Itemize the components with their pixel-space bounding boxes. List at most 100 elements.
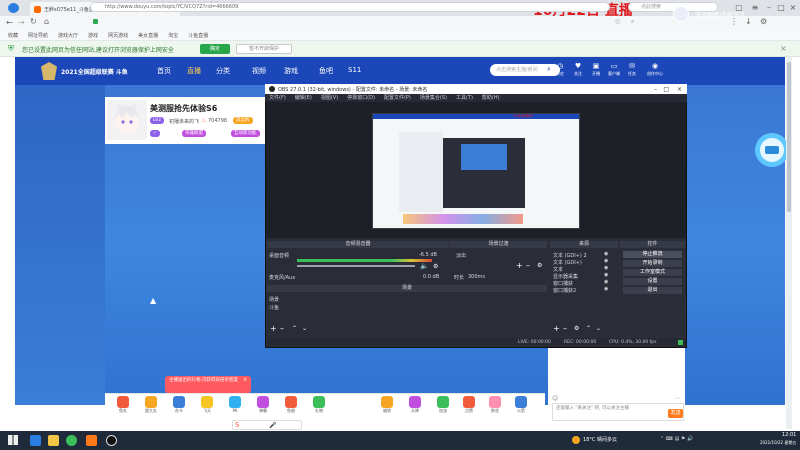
bookmark-item[interactable]: 网页游戏 xyxy=(108,32,128,39)
back-icon[interactable]: ← xyxy=(6,18,13,27)
browser-logo-icon[interactable] xyxy=(8,3,19,13)
remove-scene-button[interactable]: – xyxy=(280,324,284,333)
notification-app-icon[interactable] xyxy=(572,436,580,444)
maximize-button[interactable]: □ xyxy=(776,3,786,13)
clock[interactable]: 12:01 2021/10/22 星期五 xyxy=(760,432,796,447)
scrollbar-thumb[interactable] xyxy=(787,62,791,212)
source-item[interactable]: 文本 (GDI+) 2 xyxy=(553,252,587,259)
mixer-settings-icon[interactable]: ⚙ xyxy=(433,263,438,270)
start-recording-button[interactable]: 开始录制 xyxy=(623,260,682,267)
ie-icon[interactable] xyxy=(30,435,41,446)
obs-menu-item[interactable]: 工具(T) xyxy=(456,94,473,102)
obs-minimize-button[interactable]: – xyxy=(654,86,657,93)
nav-live[interactable]: 直播 xyxy=(187,66,201,76)
studio-mode-button[interactable]: 工作室模式 xyxy=(623,269,682,276)
obs-menu-item[interactable]: 停靠窗口(D) xyxy=(347,94,375,102)
nav-game[interactable]: 游戏 xyxy=(284,66,298,76)
obs-menu-item[interactable]: 编辑(E) xyxy=(295,94,312,102)
scene-down-icon[interactable]: ⌄ xyxy=(302,325,307,332)
obs-menu-item[interactable]: 场景集合(S) xyxy=(420,94,447,102)
transition-duration[interactable]: 300ms xyxy=(468,274,485,280)
source-item[interactable]: 窗口捕获 xyxy=(553,280,573,287)
remove-transition-button[interactable]: – xyxy=(526,261,530,270)
header-task[interactable]: ✉ 任务 xyxy=(625,62,639,77)
volume-icon[interactable]: 🔈 xyxy=(420,262,429,270)
obs-preview-canvas[interactable]: 斗鱼直播间 xyxy=(372,113,580,229)
start-button-icon[interactable] xyxy=(8,435,18,445)
obs-menu-item[interactable]: 视图(V) xyxy=(321,94,338,102)
bookmark-item[interactable]: 游戏 xyxy=(88,32,98,39)
scene-item[interactable]: 场景 xyxy=(269,296,279,303)
notice-close-icon[interactable]: × xyxy=(780,44,787,53)
add-transition-button[interactable]: + xyxy=(516,261,523,270)
forward-icon[interactable]: → xyxy=(18,18,25,27)
bookmark-item[interactable]: 游戏大厅 xyxy=(58,32,78,39)
transition-settings-icon[interactable]: ⚙ xyxy=(537,262,542,269)
source-up-icon[interactable]: ⌃ xyxy=(586,325,591,332)
folder-icon[interactable] xyxy=(48,435,59,446)
header-center[interactable]: ◉ 创作中心 xyxy=(643,62,667,77)
weather[interactable]: 18°C 晴间多云 xyxy=(583,436,617,443)
gift-item[interactable]: 鱼翅 xyxy=(280,396,302,416)
nav-fishbar[interactable]: 鱼吧 xyxy=(319,66,333,76)
obs-close-button[interactable]: × xyxy=(677,86,682,93)
menu-icon[interactable]: ≡ xyxy=(750,3,760,13)
gift-item[interactable]: 加油 xyxy=(432,396,454,416)
user-avatar[interactable] xyxy=(673,6,689,22)
home-icon[interactable]: ⌂ xyxy=(44,17,49,26)
stream-tag[interactable]: 英雄联盟 xyxy=(182,130,206,137)
exit-button[interactable]: 退出 xyxy=(623,287,682,294)
source-item[interactable]: 文本 (GDI+) xyxy=(553,259,582,266)
obs-menu-item[interactable]: 配置文件(P) xyxy=(384,94,411,102)
stream-tag[interactable]: 互动新功能 xyxy=(231,130,260,137)
nav-video[interactable]: 视频 xyxy=(252,66,266,76)
source-item[interactable]: 窗口捕获2 xyxy=(553,287,576,294)
gift-item[interactable]: PK xyxy=(224,396,246,416)
stop-streaming-button[interactable]: 停止推流 xyxy=(623,251,682,258)
obs-menu-item[interactable]: 文件(F) xyxy=(269,94,286,102)
mixer-volume-slider[interactable] xyxy=(297,265,415,267)
bookmark-item[interactable]: 淘宝 xyxy=(168,32,178,39)
chat-settings-icon[interactable]: ⋯ xyxy=(674,395,680,402)
sogou-icon[interactable]: S xyxy=(235,421,239,429)
gift-item[interactable]: 飞天 xyxy=(196,396,218,416)
gift-item[interactable]: 鲜花 xyxy=(484,396,506,416)
visibility-eye-icon[interactable]: ◉ ◉ ◉ ◉ ◉ ◉ xyxy=(604,251,608,293)
site-logo[interactable]: 2021全国超级联赛 斗鱼 xyxy=(49,62,139,80)
streamer-nickname[interactable]: 初播未来的飞 xyxy=(169,118,199,125)
source-item[interactable]: 文本 xyxy=(553,266,563,273)
notice-dismiss-button[interactable]: 暂不开启保护 xyxy=(236,44,292,54)
gift-item[interactable]: 弹幕 xyxy=(252,396,274,416)
streamer-avatar[interactable] xyxy=(107,100,147,140)
gift-item[interactable]: 福袋 xyxy=(376,396,398,416)
source-down-icon[interactable]: ⌄ xyxy=(596,325,601,332)
gift-item[interactable]: 办卡 xyxy=(168,396,190,416)
user-name[interactable]: 浪迹巅峰/不破不立 xyxy=(695,10,745,19)
header-history[interactable]: ◷ 历史 xyxy=(553,62,567,77)
chat-input[interactable]: 还能输入 "来关注" 吧, 可以关注主播 xyxy=(552,403,684,421)
site-search-icon[interactable]: ⌕ xyxy=(547,65,551,74)
gift-item[interactable]: 超大丸 xyxy=(140,396,162,416)
settings-icon[interactable]: ⚙ xyxy=(760,17,767,26)
url-input[interactable]: http://www.douyu.com/topic/YC/VCQ7Z?rid=… xyxy=(90,2,610,12)
stream-tag[interactable]: 风云的 xyxy=(233,117,253,124)
gift-item[interactable]: 点赞 xyxy=(458,396,480,416)
follow-button[interactable]: ✓ xyxy=(150,130,160,137)
source-settings-icon[interactable]: ⚙ xyxy=(574,325,579,332)
remove-source-button[interactable]: – xyxy=(563,324,567,333)
refresh-icon[interactable]: ↻ xyxy=(30,17,37,26)
source-item[interactable]: 显示器采集 xyxy=(553,273,578,280)
browser-360-icon[interactable] xyxy=(66,435,77,446)
download-icon[interactable]: ↓ xyxy=(745,17,752,26)
gift-item[interactable]: 天降 xyxy=(404,396,426,416)
star-icon[interactable]: ☆ xyxy=(614,17,621,26)
nav-home[interactable]: 首页 xyxy=(157,66,171,76)
add-source-button[interactable]: + xyxy=(553,324,560,333)
douyu-icon[interactable] xyxy=(86,435,97,446)
header-follow[interactable]: ♥ 关注 xyxy=(571,62,585,77)
scene-up-icon[interactable]: ⌃ xyxy=(292,325,297,332)
bookmark-item[interactable]: 斗鱼直播 xyxy=(188,32,208,39)
add-scene-button[interactable]: + xyxy=(270,324,277,333)
obs-maximize-button[interactable]: □ xyxy=(663,86,669,93)
gift-tip-close-icon[interactable]: × xyxy=(243,377,247,383)
